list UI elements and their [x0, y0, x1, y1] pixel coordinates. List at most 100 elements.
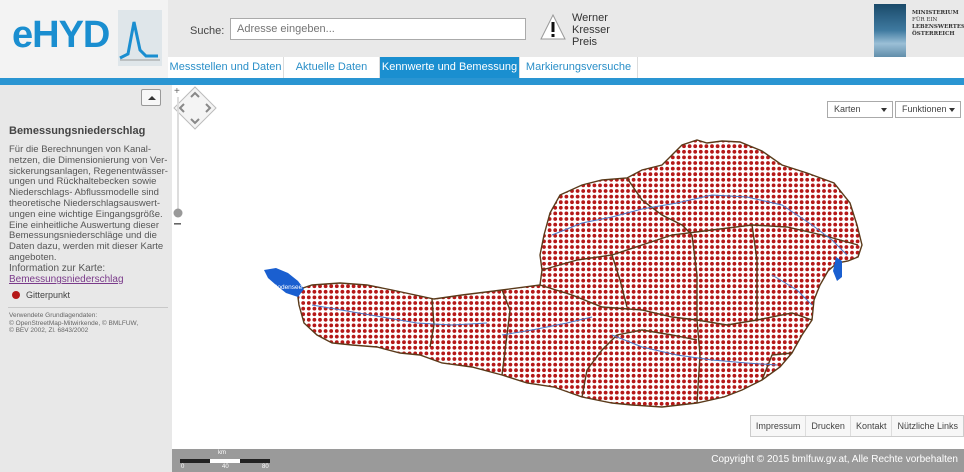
grid-point[interactable]: [855, 385, 860, 389]
grid-point[interactable]: [480, 233, 485, 238]
grid-point[interactable]: [374, 256, 378, 261]
grid-point[interactable]: [469, 217, 474, 221]
grid-point[interactable]: [581, 267, 586, 272]
grid-point[interactable]: [642, 261, 647, 266]
grid-point[interactable]: [715, 317, 720, 322]
grid-point[interactable]: [379, 239, 384, 244]
grid-point[interactable]: [637, 368, 642, 373]
grid-point[interactable]: [777, 205, 782, 210]
grid-point[interactable]: [827, 323, 832, 328]
grid-point[interactable]: [766, 306, 770, 311]
grid-point[interactable]: [698, 295, 703, 300]
grid-point[interactable]: [430, 155, 434, 160]
grid-point[interactable]: [682, 133, 686, 137]
grid-point[interactable]: [642, 312, 647, 317]
grid-point[interactable]: [693, 172, 698, 177]
grid-point[interactable]: [564, 329, 569, 333]
grid-point[interactable]: [390, 385, 395, 389]
grid-point[interactable]: [525, 385, 530, 389]
grid-point[interactable]: [592, 295, 597, 300]
grid-point[interactable]: [648, 357, 653, 361]
grid-point[interactable]: [312, 177, 317, 182]
grid-point[interactable]: [407, 245, 412, 249]
grid-point[interactable]: [833, 177, 838, 182]
grid-point[interactable]: [698, 172, 703, 177]
grid-point[interactable]: [413, 340, 418, 345]
grid-point[interactable]: [704, 222, 709, 227]
grid-point[interactable]: [368, 323, 373, 328]
grid-point[interactable]: [799, 273, 804, 277]
grid-point[interactable]: [390, 166, 395, 171]
grid-point[interactable]: [374, 222, 378, 227]
grid-point[interactable]: [766, 256, 770, 261]
grid-point[interactable]: [844, 149, 849, 154]
grid-point[interactable]: [312, 161, 317, 165]
grid-point[interactable]: [329, 155, 334, 160]
grid-point[interactable]: [698, 312, 703, 317]
grid-point[interactable]: [548, 133, 552, 137]
grid-point[interactable]: [407, 189, 412, 193]
grid-point[interactable]: [743, 211, 748, 216]
grid-point[interactable]: [788, 273, 793, 277]
grid-point[interactable]: [441, 133, 445, 137]
grid-point[interactable]: [503, 133, 507, 137]
grid-point[interactable]: [564, 351, 569, 356]
grid-point[interactable]: [346, 222, 350, 227]
grid-point[interactable]: [474, 284, 479, 289]
grid-point[interactable]: [340, 239, 345, 244]
grid-point[interactable]: [463, 396, 468, 401]
grid-point[interactable]: [508, 233, 513, 238]
grid-point[interactable]: [698, 200, 703, 205]
grid-point[interactable]: [822, 228, 826, 233]
grid-point[interactable]: [603, 205, 608, 210]
grid-point[interactable]: [626, 295, 630, 300]
grid-point[interactable]: [413, 323, 418, 328]
grid-point[interactable]: [301, 155, 306, 160]
grid-point[interactable]: [782, 217, 787, 221]
grid-point[interactable]: [519, 385, 524, 389]
grid-point[interactable]: [530, 396, 535, 401]
grid-point[interactable]: [486, 250, 490, 255]
grid-point[interactable]: [357, 329, 362, 333]
grid-point[interactable]: [497, 362, 502, 367]
grid-point[interactable]: [385, 267, 390, 272]
grid-point[interactable]: [564, 166, 569, 171]
grid-point[interactable]: [497, 390, 502, 395]
grid-point[interactable]: [715, 345, 720, 350]
grid-point[interactable]: [844, 323, 849, 328]
grid-point[interactable]: [430, 239, 434, 244]
grid-point[interactable]: [598, 222, 602, 227]
grid-point[interactable]: [385, 205, 390, 210]
grid-point[interactable]: [710, 373, 714, 378]
grid-point[interactable]: [435, 194, 440, 199]
grid-point[interactable]: [323, 166, 328, 171]
grid-point[interactable]: [648, 368, 653, 373]
grid-point[interactable]: [564, 267, 569, 272]
grid-point[interactable]: [486, 222, 490, 227]
grid-point[interactable]: [290, 212, 294, 216]
grid-point[interactable]: [586, 284, 591, 289]
grid-point[interactable]: [306, 312, 311, 317]
grid-point[interactable]: [575, 161, 580, 165]
grid-point[interactable]: [413, 217, 418, 221]
grid-point[interactable]: [738, 329, 742, 333]
grid-point[interactable]: [698, 222, 703, 227]
grid-point[interactable]: [654, 189, 658, 193]
grid-point[interactable]: [810, 155, 815, 160]
grid-point[interactable]: [614, 228, 619, 233]
grid-point[interactable]: [379, 357, 384, 361]
grid-point[interactable]: [346, 239, 350, 244]
grid-point[interactable]: [407, 177, 412, 182]
grid-point[interactable]: [418, 278, 423, 283]
grid-point[interactable]: [418, 289, 423, 294]
grid-point[interactable]: [424, 233, 429, 238]
grid-point[interactable]: [418, 317, 423, 322]
grid-point[interactable]: [805, 306, 810, 311]
grid-point[interactable]: [631, 362, 636, 367]
grid-point[interactable]: [670, 368, 675, 373]
grid-point[interactable]: [486, 256, 490, 261]
grid-point[interactable]: [738, 284, 742, 289]
grid-point[interactable]: [290, 251, 294, 255]
grid-point[interactable]: [603, 312, 608, 317]
grid-point[interactable]: [390, 222, 395, 227]
